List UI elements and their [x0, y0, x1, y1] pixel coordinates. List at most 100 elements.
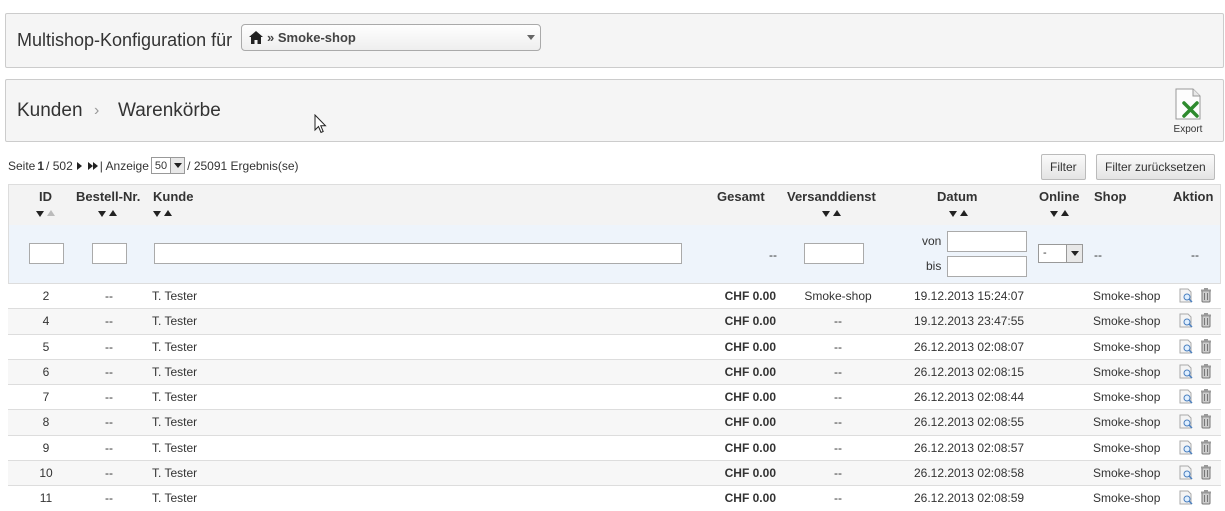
sort-customer[interactable]: [153, 210, 177, 218]
breadcrumb-kunden[interactable]: Kunden: [17, 100, 83, 122]
sort-id[interactable]: [36, 210, 60, 218]
table-body: 2 -- T. Tester CHF 0.00 Smoke-shop 19.12…: [8, 283, 1221, 511]
trash-icon[interactable]: [1200, 414, 1212, 432]
view-icon[interactable]: [1179, 339, 1194, 357]
trash-icon[interactable]: [1200, 288, 1212, 306]
sort-desc-icon[interactable]: [1050, 211, 1058, 217]
view-icon[interactable]: [1179, 389, 1194, 407]
shop-select[interactable]: » Smoke-shop: [241, 24, 541, 51]
online-filter-select[interactable]: -: [1038, 244, 1083, 263]
sort-asc-icon[interactable]: [960, 210, 968, 216]
home-icon: [249, 31, 263, 47]
carts-table: ID Bestell-Nr. Kunde Gesamt Versanddiens…: [8, 184, 1221, 511]
view-icon[interactable]: [1179, 313, 1194, 331]
cell-order-no: --: [105, 339, 113, 354]
trash-icon[interactable]: [1200, 338, 1212, 357]
export-button[interactable]: Export: [1168, 88, 1208, 135]
online-filter-value: -: [1043, 247, 1047, 259]
view-icon[interactable]: [1179, 440, 1194, 458]
cell-date: 19.12.2013 15:24:07: [914, 289, 1025, 303]
sort-asc-icon[interactable]: [47, 210, 55, 216]
chevron-down-icon: [170, 158, 185, 173]
filter-order-no-input[interactable]: [92, 243, 127, 264]
trash-icon[interactable]: [1200, 490, 1212, 508]
sort-carrier[interactable]: [822, 210, 846, 218]
trash-icon[interactable]: [1200, 363, 1212, 382]
table-row[interactable]: 4 -- T. Tester CHF 0.00 -- 19.12.2013 23…: [8, 308, 1221, 334]
table-row[interactable]: 11 -- T. Tester CHF 0.00 -- 26.12.2013 0…: [8, 485, 1221, 511]
sort-desc-icon[interactable]: [98, 211, 106, 217]
filter-button[interactable]: Filter: [1041, 154, 1086, 180]
table-row[interactable]: 9 -- T. Tester CHF 0.00 -- 26.12.2013 02…: [8, 434, 1221, 461]
cell-carrier: --: [834, 364, 842, 379]
cell-carrier: Smoke-shop: [804, 289, 872, 303]
view-icon[interactable]: [1179, 465, 1194, 483]
toolbar-panel: Kunden › Warenkörbe Export: [5, 79, 1224, 142]
current-page: 1: [37, 158, 45, 173]
cell-carrier: --: [834, 314, 842, 329]
cell-customer: T. Tester: [152, 289, 198, 303]
per-page-select[interactable]: 50: [150, 157, 186, 174]
shop-select-value: » Smoke-shop: [267, 30, 356, 45]
table-header: ID Bestell-Nr. Kunde Gesamt Versanddiens…: [8, 184, 1221, 225]
sort-asc-icon[interactable]: [109, 210, 117, 216]
col-carrier: Versanddienst: [787, 189, 876, 204]
view-icon[interactable]: [1179, 364, 1194, 382]
sort-asc-icon[interactable]: [164, 210, 172, 216]
sort-order-no[interactable]: [98, 210, 122, 218]
page-prefix: Seite: [8, 158, 36, 173]
sort-asc-icon[interactable]: [1061, 210, 1069, 216]
filter-id-input[interactable]: [29, 243, 64, 264]
col-total: Gesamt: [717, 189, 765, 204]
cell-order-no: --: [105, 415, 113, 430]
trash-icon[interactable]: [1200, 389, 1212, 407]
filter-carrier-input[interactable]: [804, 243, 864, 264]
cell-id: 9: [42, 440, 50, 455]
sort-desc-icon[interactable]: [36, 211, 44, 217]
cell-date: 26.12.2013 02:08:44: [914, 390, 1025, 405]
view-icon[interactable]: [1179, 288, 1194, 306]
table-row[interactable]: 5 -- T. Tester CHF 0.00 -- 26.12.2013 02…: [8, 333, 1221, 359]
next-page-icon[interactable]: [76, 161, 82, 170]
table-row[interactable]: 2 -- T. Tester CHF 0.00 Smoke-shop 19.12…: [8, 283, 1221, 309]
cell-id: 7: [42, 390, 50, 405]
date-to-input[interactable]: [947, 256, 1027, 277]
table-row[interactable]: 8 -- T. Tester CHF 0.00 -- 26.12.2013 02…: [8, 409, 1221, 435]
trash-icon[interactable]: [1200, 465, 1212, 483]
reset-filter-button[interactable]: Filter zurücksetzen: [1096, 154, 1215, 180]
sort-desc-icon[interactable]: [153, 211, 161, 217]
cell-shop: Smoke-shop: [1093, 415, 1161, 430]
table-row[interactable]: 7 -- T. Tester CHF 0.00 -- 26.12.2013 02…: [8, 384, 1221, 410]
view-icon[interactable]: [1179, 414, 1194, 432]
cell-date: 26.12.2013 02:08:59: [914, 491, 1025, 506]
table-row[interactable]: 10 -- T. Tester CHF 0.00 -- 26.12.2013 0…: [8, 460, 1221, 486]
pagination: Seite 1 / 502 | Anzeige 50 / 25091 Ergeb…: [8, 157, 299, 174]
breadcrumb-separator: ›: [94, 102, 100, 119]
cell-id: 6: [42, 364, 50, 379]
sort-date[interactable]: [949, 210, 973, 218]
cell-order-no: --: [105, 364, 113, 379]
cell-order-no: --: [105, 466, 113, 481]
trash-icon[interactable]: [1200, 313, 1212, 331]
page-title: Warenkörbe: [118, 100, 221, 121]
sort-desc-icon[interactable]: [949, 211, 957, 217]
cell-date: 26.12.2013 02:08:07: [914, 339, 1025, 354]
filter-customer-input[interactable]: [154, 243, 682, 264]
cell-total: CHF 0.00: [724, 390, 776, 405]
cell-id: 8: [42, 415, 50, 430]
cell-shop: Smoke-shop: [1093, 440, 1161, 455]
col-id: ID: [39, 189, 52, 204]
filter-shop-placeholder: --: [1094, 248, 1102, 262]
last-page-icon[interactable]: [87, 161, 98, 170]
sort-desc-icon[interactable]: [822, 211, 830, 217]
sort-asc-icon[interactable]: [833, 210, 841, 216]
trash-icon[interactable]: [1200, 439, 1212, 458]
table-row[interactable]: 6 -- T. Tester CHF 0.00 -- 26.12.2013 02…: [8, 358, 1221, 385]
view-icon[interactable]: [1179, 490, 1194, 508]
cell-customer: T. Tester: [152, 491, 198, 506]
cell-id: 2: [42, 289, 50, 303]
cell-order-no: --: [105, 491, 113, 506]
total-pages: / 502: [46, 158, 73, 173]
date-from-input[interactable]: [947, 231, 1027, 252]
sort-online[interactable]: [1050, 210, 1074, 218]
